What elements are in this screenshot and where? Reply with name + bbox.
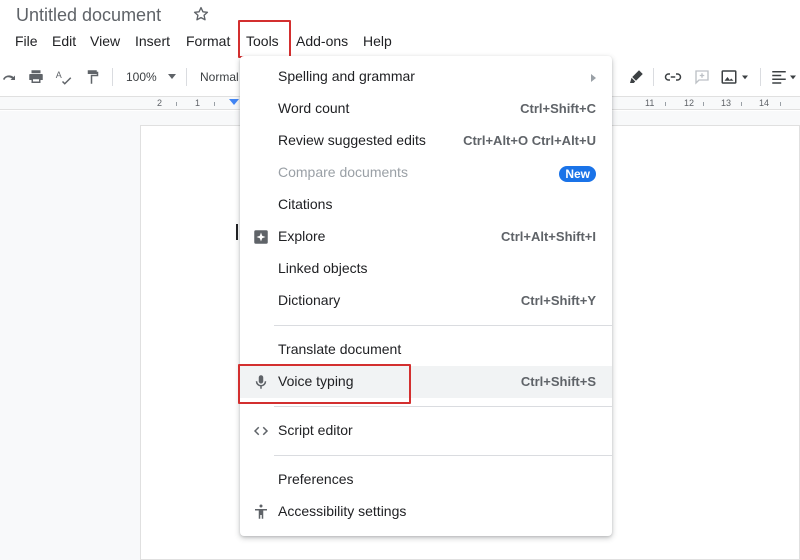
menu-item-preferences[interactable]: Preferences — [240, 464, 612, 496]
menu-item-label: Dictionary — [278, 292, 341, 308]
align-icon[interactable] — [770, 68, 788, 86]
menu-item-label: Compare documents — [278, 164, 408, 180]
menu-item-citations[interactable]: Citations — [240, 189, 612, 221]
link-icon[interactable] — [664, 68, 682, 86]
code-icon — [253, 426, 269, 436]
menu-item-label: Linked objects — [278, 260, 368, 276]
toolbar-divider — [112, 68, 113, 86]
menu-item-review-edits[interactable]: Review suggested edits Ctrl+Alt+O Ctrl+A… — [240, 125, 612, 157]
menu-format[interactable]: Format — [186, 33, 230, 49]
accessibility-icon — [255, 504, 267, 519]
new-badge: New — [559, 166, 596, 182]
menu-item-word-count[interactable]: Word count Ctrl+Shift+C — [240, 93, 612, 125]
ruler-label: 1 — [195, 98, 201, 108]
menu-item-shortcut: Ctrl+Shift+Y — [520, 293, 596, 308]
align-caret-icon[interactable] — [788, 68, 798, 86]
menu-item-linked-objects[interactable]: Linked objects — [240, 253, 612, 285]
text-cursor — [236, 224, 238, 240]
menu-item-spelling[interactable]: Spelling and grammar — [240, 61, 612, 93]
menu-help[interactable]: Help — [363, 33, 392, 49]
menu-item-script-editor[interactable]: Script editor — [240, 415, 612, 447]
menu-item-label: Citations — [278, 196, 333, 212]
menu-divider — [274, 406, 612, 407]
ruler-tick — [703, 102, 704, 106]
menu-addons[interactable]: Add-ons — [296, 33, 348, 49]
image-icon[interactable] — [720, 68, 738, 86]
highlight-icon[interactable] — [627, 68, 645, 86]
image-caret-icon[interactable] — [740, 68, 750, 86]
menu-item-label: Review suggested edits — [278, 132, 426, 148]
submenu-arrow-icon — [591, 74, 596, 82]
menu-edit[interactable]: Edit — [52, 33, 76, 49]
menu-file[interactable]: File — [15, 33, 38, 49]
tools-highlight-box — [238, 20, 291, 58]
menu-item-compare-documents[interactable]: Compare documents New — [240, 157, 612, 189]
menu-item-label: Explore — [278, 228, 326, 244]
menu-item-translate[interactable]: Translate document — [240, 334, 612, 366]
toolbar-divider — [186, 68, 187, 86]
ruler-tick — [214, 102, 215, 106]
menu-insert[interactable]: Insert — [135, 33, 170, 49]
paint-format-icon[interactable] — [84, 68, 102, 86]
menu-item-label: Accessibility settings — [278, 503, 407, 519]
svg-text:A: A — [56, 70, 62, 80]
menu-divider — [274, 325, 612, 326]
ruler-label: 12 — [684, 98, 695, 108]
ruler-label: 14 — [759, 98, 770, 108]
star-icon[interactable] — [192, 5, 210, 23]
toolbar-divider — [653, 68, 654, 86]
tools-menu: Spelling and grammar Word count Ctrl+Shi… — [240, 56, 612, 536]
comment-icon[interactable] — [693, 68, 711, 86]
ruler-label: 13 — [721, 98, 732, 108]
menu-view[interactable]: View — [90, 33, 120, 49]
spellcheck-icon[interactable]: A — [55, 68, 73, 86]
zoom-caret-icon[interactable] — [168, 74, 176, 79]
document-title[interactable]: Untitled document — [16, 5, 161, 26]
indent-marker[interactable] — [229, 99, 239, 105]
menu-item-explore[interactable]: Explore Ctrl+Alt+Shift+I — [240, 221, 612, 253]
ruler-tick — [176, 102, 177, 106]
menu-item-shortcut: Ctrl+Alt+O Ctrl+Alt+U — [463, 133, 596, 148]
menu-item-shortcut: Ctrl+Shift+S — [520, 374, 596, 389]
voice-typing-highlight-box — [238, 364, 411, 404]
menu-item-shortcut: Ctrl+Shift+C — [520, 101, 596, 116]
style-select[interactable]: Normal — [200, 70, 239, 84]
ruler-label: 2 — [157, 98, 163, 108]
menu-item-dictionary[interactable]: Dictionary Ctrl+Shift+Y — [240, 285, 612, 317]
redo-icon[interactable] — [0, 68, 18, 86]
menu-item-label: Word count — [278, 100, 350, 116]
menu-item-label: Preferences — [278, 471, 354, 487]
menu-item-accessibility[interactable]: Accessibility settings — [240, 496, 612, 528]
toolbar-divider — [760, 68, 761, 86]
ruler-tick — [780, 102, 781, 106]
ruler-label: 11 — [645, 98, 655, 108]
zoom-select[interactable]: 100% — [126, 70, 157, 84]
menu-item-label: Translate document — [278, 341, 402, 357]
menu-divider — [274, 455, 612, 456]
ruler-tick — [665, 102, 666, 106]
menu-item-label: Script editor — [278, 422, 353, 438]
explore-icon — [254, 230, 268, 244]
menu-item-shortcut: Ctrl+Alt+Shift+I — [501, 229, 596, 244]
menu-item-label: Spelling and grammar — [278, 68, 415, 84]
ruler-tick — [741, 102, 742, 106]
print-icon[interactable] — [27, 68, 45, 86]
